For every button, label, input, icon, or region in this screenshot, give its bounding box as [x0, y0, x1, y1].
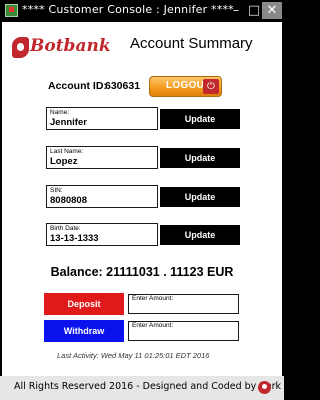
logout-button[interactable]: LOGOUT ⏻ [149, 76, 222, 97]
brand-icon [258, 381, 271, 394]
customer-console-window: **** Customer Console : Jennifer **** – … [0, 0, 315, 400]
account-id-value: 630631 [105, 80, 141, 92]
birth-date-field-label: Birth Date: [50, 225, 81, 232]
sin-field-value: 8080808 [50, 195, 87, 206]
last-activity-text: Last Activity: Wed May 11 01:25:01 EDT 2… [57, 351, 210, 360]
minimize-button[interactable]: – [227, 2, 245, 19]
deposit-button[interactable]: Deposit [44, 293, 124, 315]
sin-field-label: SIN: [50, 187, 63, 194]
withdraw-amount-label: Enter Amount: [132, 322, 174, 329]
logo-text: Botbank [30, 36, 111, 56]
title-bar[interactable]: **** Customer Console : Jennifer **** – … [0, 0, 284, 22]
name-field-value: Jennifer [50, 117, 87, 128]
update-birth-date-button[interactable]: Update [160, 225, 240, 245]
close-button[interactable]: ✕ [262, 2, 282, 19]
last-name-field-value: Lopez [50, 156, 78, 167]
account-summary-panel: Botbank Account Summary Account ID: 6306… [2, 22, 282, 376]
footer-bar: All Rights Reserved 2016 - Designed and … [0, 376, 315, 400]
deposit-amount-label: Enter Amount: [132, 295, 174, 302]
name-field-label: Name: [50, 109, 70, 116]
power-icon: ⏻ [203, 79, 219, 94]
last-name-field-label: Last Name: [50, 148, 84, 155]
botbank-logo-icon [12, 37, 29, 58]
withdraw-button[interactable]: Withdraw [44, 320, 124, 342]
maximize-button[interactable]: □ [245, 2, 263, 19]
birth-date-field[interactable]: Birth Date: 13-13-1333 [46, 223, 158, 246]
withdraw-amount-field[interactable]: Enter Amount: [128, 321, 239, 341]
page-title: Account Summary [130, 35, 253, 52]
account-id-label: Account ID: [48, 80, 107, 92]
update-sin-button[interactable]: Update [160, 187, 240, 207]
birth-date-field-value: 13-13-1333 [50, 233, 99, 244]
balance-display: Balance: 21111031 . 11123 EUR [50, 265, 234, 279]
name-field[interactable]: Name: Jennifer [46, 107, 158, 130]
app-icon [5, 4, 18, 17]
deposit-amount-field[interactable]: Enter Amount: [128, 294, 239, 314]
last-name-field[interactable]: Last Name: Lopez [46, 146, 158, 169]
update-last-name-button[interactable]: Update [160, 148, 240, 168]
window-title: **** Customer Console : Jennifer **** [22, 3, 234, 16]
sin-field[interactable]: SIN: 8080808 [46, 185, 158, 208]
update-name-button[interactable]: Update [160, 109, 240, 129]
